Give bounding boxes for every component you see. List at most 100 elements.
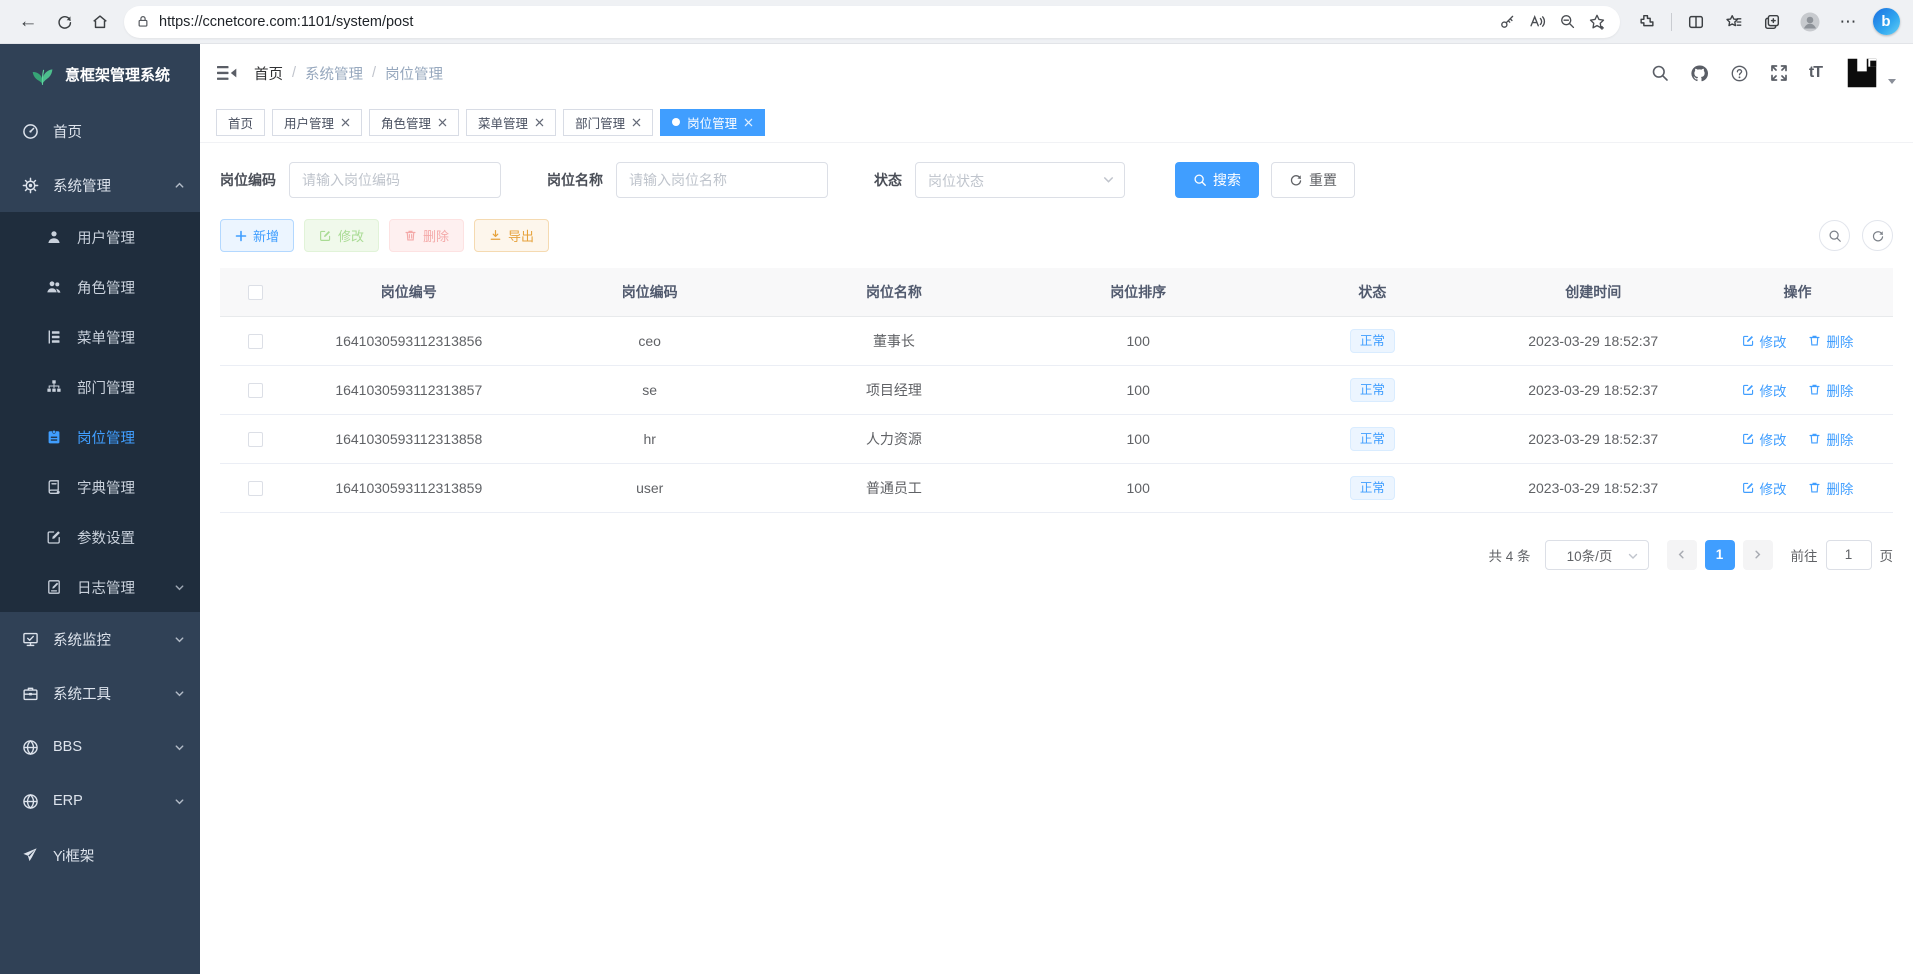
sidebar-item-post-mgmt[interactable]: 岗位管理 [0, 412, 200, 462]
dictionary-icon [46, 479, 63, 496]
row-edit-link[interactable]: 修改 [1742, 429, 1787, 449]
row-edit-link[interactable]: 修改 [1742, 331, 1787, 351]
sidebar-item-param-settings[interactable]: 参数设置 [0, 512, 200, 562]
search-button[interactable]: 搜索 [1175, 162, 1259, 198]
sidebar-item-home[interactable]: 首页 [0, 104, 200, 158]
add-button[interactable]: 新增 [220, 219, 294, 252]
refresh-icon [1871, 229, 1885, 243]
trash-icon [1808, 334, 1821, 347]
github-icon[interactable] [1690, 64, 1709, 83]
show-search-button[interactable] [1819, 220, 1850, 251]
prev-page-button[interactable] [1667, 540, 1697, 570]
row-checkbox[interactable] [248, 481, 263, 496]
breadcrumb-post-mgmt: 岗位管理 [385, 63, 443, 84]
bing-copilot-icon[interactable]: b [1869, 6, 1903, 38]
tab-menu-mgmt[interactable]: 菜单管理 [466, 109, 556, 136]
edit-icon [1742, 334, 1755, 347]
tab-post-mgmt[interactable]: 岗位管理 [660, 109, 765, 136]
lock-icon [136, 14, 150, 29]
tab-home[interactable]: 首页 [216, 109, 265, 136]
sidebar-item-yi-framework[interactable]: Yi框架 [0, 828, 200, 882]
status-select[interactable]: 岗位状态 [915, 162, 1125, 198]
post-name-input[interactable] [616, 162, 828, 198]
row-delete-link[interactable]: 删除 [1808, 380, 1853, 400]
delete-button[interactable]: 删除 [389, 219, 464, 252]
status-badge: 正常 [1350, 378, 1395, 402]
browser-home-button[interactable] [82, 5, 118, 39]
user-avatar[interactable] [1843, 53, 1896, 93]
next-page-button[interactable] [1743, 540, 1773, 570]
edit-button[interactable]: 修改 [304, 219, 379, 252]
page-size-select[interactable]: 10条/页 [1545, 540, 1649, 570]
browser-refresh-button[interactable] [46, 5, 82, 39]
select-all-checkbox[interactable] [248, 285, 263, 300]
browser-back-button[interactable]: ← [10, 5, 46, 39]
close-icon[interactable] [341, 118, 350, 127]
globe-icon [22, 793, 39, 810]
app-logo[interactable]: 意框架管理系统 [0, 44, 200, 104]
breadcrumb-home[interactable]: 首页 [254, 63, 283, 84]
sidebar-item-system-tools[interactable]: 系统工具 [0, 666, 200, 720]
close-icon[interactable] [438, 118, 447, 127]
sidebar-item-dict-mgmt[interactable]: 字典管理 [0, 462, 200, 512]
row-checkbox[interactable] [248, 432, 263, 447]
row-edit-link[interactable]: 修改 [1742, 478, 1787, 498]
address-bar[interactable]: https://ccnetcore.com:1101/system/post [124, 6, 1620, 38]
row-edit-link[interactable]: 修改 [1742, 380, 1787, 400]
row-delete-link[interactable]: 删除 [1808, 331, 1853, 351]
sidebar-item-role-mgmt[interactable]: 角色管理 [0, 262, 200, 312]
export-button[interactable]: 导出 [474, 219, 549, 252]
add-favorite-star-icon[interactable] [1582, 8, 1612, 36]
read-aloud-icon[interactable] [1522, 8, 1552, 36]
menu-list-icon [46, 329, 63, 346]
font-size-icon[interactable]: tT [1809, 64, 1822, 82]
row-checkbox[interactable] [248, 334, 263, 349]
row-delete-link[interactable]: 删除 [1808, 478, 1853, 498]
post-code-input[interactable] [289, 162, 501, 198]
collections-icon[interactable] [1755, 6, 1789, 38]
reset-button[interactable]: 重置 [1271, 162, 1355, 198]
sidebar: 意框架管理系统 首页 系统管理 [0, 44, 200, 974]
favorites-icon[interactable] [1717, 6, 1751, 38]
tab-dept-mgmt[interactable]: 部门管理 [563, 109, 653, 136]
goto-page-input[interactable] [1826, 540, 1872, 570]
fullscreen-icon[interactable] [1770, 64, 1788, 82]
sidebar-item-erp[interactable]: ERP [0, 774, 200, 828]
sidebar-item-log-mgmt[interactable]: 日志管理 [0, 562, 200, 612]
row-delete-link[interactable]: 删除 [1808, 429, 1853, 449]
trash-icon [1808, 383, 1821, 396]
sidebar-menu: 首页 系统管理 用户管理 角色 [0, 104, 200, 882]
trash-icon [1808, 481, 1821, 494]
help-icon[interactable] [1730, 64, 1749, 83]
chevron-down-icon [174, 634, 185, 645]
browser-menu-icon[interactable]: ⋯ [1831, 6, 1865, 38]
tab-user-mgmt[interactable]: 用户管理 [272, 109, 362, 136]
extensions-icon[interactable] [1630, 6, 1664, 38]
col-status: 状态 [1260, 268, 1484, 316]
row-checkbox[interactable] [248, 383, 263, 398]
split-screen-icon[interactable] [1679, 6, 1713, 38]
active-tab-dot [672, 118, 680, 126]
goto-label: 前往 [1791, 545, 1818, 565]
tab-role-mgmt[interactable]: 角色管理 [369, 109, 459, 136]
page-number-1[interactable]: 1 [1705, 540, 1735, 570]
sidebar-item-bbs[interactable]: BBS [0, 720, 200, 774]
password-key-icon[interactable] [1492, 8, 1522, 36]
table-row: 1641030593112313858 hr 人力资源 100 正常 2023-… [220, 414, 1893, 463]
close-icon[interactable] [632, 118, 641, 127]
url-text: https://ccnetcore.com:1101/system/post [159, 14, 1492, 30]
sidebar-item-menu-mgmt[interactable]: 菜单管理 [0, 312, 200, 362]
status-select-input[interactable] [915, 162, 1125, 198]
sidebar-fold-icon[interactable] [217, 64, 237, 82]
sidebar-item-system-mgmt[interactable]: 系统管理 [0, 158, 200, 212]
sidebar-item-system-monitor[interactable]: 系统监控 [0, 612, 200, 666]
sidebar-item-dept-mgmt[interactable]: 部门管理 [0, 362, 200, 412]
header-search-icon[interactable] [1651, 64, 1669, 82]
sidebar-item-user-mgmt[interactable]: 用户管理 [0, 212, 200, 262]
zoom-out-icon[interactable] [1552, 8, 1582, 36]
close-icon[interactable] [744, 118, 753, 127]
post-table: 岗位编号 岗位编码 岗位名称 岗位排序 状态 创建时间 操作 164103059… [220, 268, 1893, 513]
refresh-table-button[interactable] [1862, 220, 1893, 251]
browser-profile-avatar[interactable] [1793, 6, 1827, 38]
close-icon[interactable] [535, 118, 544, 127]
